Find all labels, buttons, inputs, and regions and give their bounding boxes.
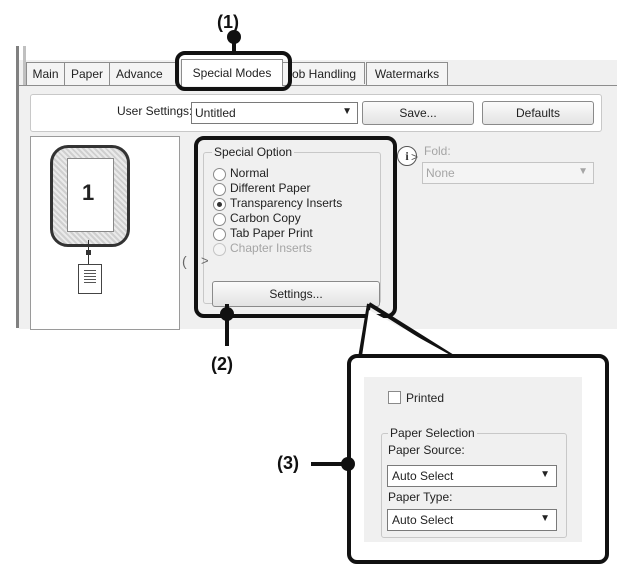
printed-label: Printed — [406, 391, 445, 405]
paper-source-label: Paper Source: — [388, 443, 465, 457]
paper-type-select[interactable]: Auto Select ▼ — [387, 509, 557, 531]
printed-checkbox[interactable] — [388, 391, 401, 404]
highlight-special-modes-tab — [175, 51, 292, 91]
paper-type-value: Auto Select — [392, 513, 454, 527]
callout-3-dot — [341, 457, 355, 471]
chevron-down-icon: ▼ — [540, 469, 550, 480]
paper-source-value: Auto Select — [392, 469, 454, 483]
paper-type-label: Paper Type: — [388, 490, 453, 504]
chevron-down-icon: ▼ — [540, 513, 550, 524]
paper-selection-label: Paper Selection — [388, 426, 477, 440]
callout-3-label: (3) — [277, 453, 299, 473]
paper-source-select[interactable]: Auto Select ▼ — [387, 465, 557, 487]
